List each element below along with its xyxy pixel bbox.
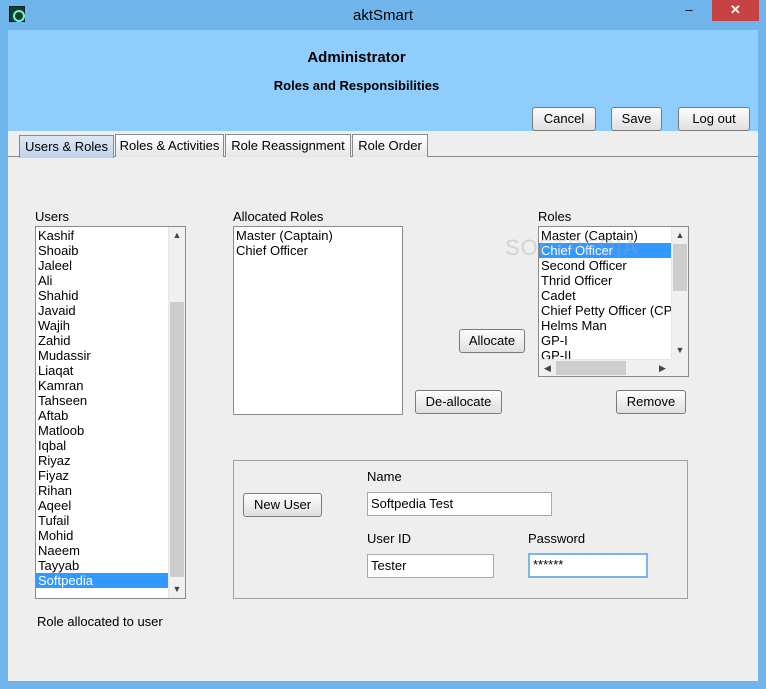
scroll-right-icon[interactable]: ▶ bbox=[654, 360, 671, 376]
tab-roles-activities[interactable]: Roles & Activities bbox=[115, 134, 224, 157]
user-list-item[interactable]: Fiyaz bbox=[36, 468, 169, 483]
scroll-down-icon[interactable]: ▼ bbox=[169, 581, 185, 598]
scroll-thumb[interactable] bbox=[556, 361, 626, 375]
scroll-thumb[interactable] bbox=[673, 244, 687, 291]
user-list-item[interactable]: Iqbal bbox=[36, 438, 169, 453]
status-text: Role allocated to user bbox=[37, 614, 163, 629]
allocated-roles-list[interactable]: Master (Captain) Chief Officer bbox=[233, 226, 403, 415]
cancel-button[interactable]: Cancel bbox=[532, 107, 596, 131]
page-subtitle: Roles and Responsibilities bbox=[273, 78, 440, 93]
allocated-role-item[interactable]: Master (Captain) bbox=[234, 228, 333, 243]
roles-items: Master (Captain) Chief Officer Second Offi… bbox=[539, 228, 682, 363]
tab-bar: Users & Roles Roles & Activities Role Re… bbox=[8, 131, 758, 158]
scroll-up-icon[interactable]: ▲ bbox=[169, 227, 185, 244]
remove-button[interactable]: Remove bbox=[616, 390, 686, 414]
roles-label: Roles bbox=[538, 209, 572, 224]
name-field[interactable]: Softpedia Test bbox=[367, 492, 552, 516]
password-field[interactable]: ****** bbox=[528, 553, 648, 578]
role-list-item[interactable]: Second Officer bbox=[539, 258, 672, 273]
app-window: Administrator Roles and Responsibilities… bbox=[8, 30, 758, 681]
user-list-item[interactable]: Kamran bbox=[36, 378, 169, 393]
user-list-item[interactable]: Softpedia bbox=[36, 573, 169, 588]
user-list-item[interactable]: Wajih bbox=[36, 318, 169, 333]
scroll-left-icon[interactable]: ◀ bbox=[539, 360, 556, 376]
user-list-item[interactable]: Ali bbox=[36, 273, 169, 288]
scroll-up-icon[interactable]: ▲ bbox=[672, 227, 688, 244]
role-list-item[interactable]: Chief Petty Officer (CPO bbox=[539, 303, 682, 318]
scroll-down-icon[interactable]: ▼ bbox=[672, 342, 688, 359]
scroll-thumb[interactable] bbox=[170, 302, 184, 577]
new-user-panel bbox=[233, 460, 688, 599]
user-list-item[interactable]: Rihan bbox=[36, 483, 169, 498]
users-list[interactable]: Kashif Shoaib Jaleel Ali Shahid Javaid Wajih Za… bbox=[35, 226, 186, 599]
allocate-button[interactable]: Allocate bbox=[459, 329, 525, 353]
user-list-item[interactable]: Tayyab bbox=[36, 558, 169, 573]
page-title: Administrator bbox=[307, 49, 406, 66]
scroll-corner bbox=[671, 359, 688, 376]
deallocate-button[interactable]: De-allocate bbox=[415, 390, 502, 414]
user-list-item[interactable]: Tufail bbox=[36, 513, 169, 528]
role-list-item[interactable]: Helms Man bbox=[539, 318, 672, 333]
allocated-roles-items: Master (Captain) Chief Officer bbox=[234, 228, 333, 258]
new-user-button[interactable]: New User bbox=[243, 493, 322, 517]
role-list-item[interactable]: Thrid Officer bbox=[539, 273, 672, 288]
roles-list[interactable]: Master (Captain) Chief Officer Second Offi… bbox=[538, 226, 689, 377]
users-items: Kashif Shoaib Jaleel Ali Shahid Javaid Wajih Za… bbox=[36, 228, 169, 588]
user-list-item[interactable]: Zahid bbox=[36, 333, 169, 348]
user-list-item[interactable]: Liaqat bbox=[36, 363, 169, 378]
title-bar: aktSmart – ✕ bbox=[0, 0, 766, 30]
user-list-item[interactable]: Jaleel bbox=[36, 258, 169, 273]
user-list-item[interactable]: Matloob bbox=[36, 423, 169, 438]
password-label: Password bbox=[528, 531, 586, 546]
close-button[interactable]: ✕ bbox=[712, 0, 759, 21]
minimize-button[interactable]: – bbox=[675, 0, 703, 21]
role-list-item[interactable]: Cadet bbox=[539, 288, 672, 303]
save-button[interactable]: Save bbox=[611, 107, 662, 131]
user-list-item[interactable]: Riyaz bbox=[36, 453, 169, 468]
roles-hscrollbar[interactable]: ◀ ▶ bbox=[539, 359, 671, 376]
user-list-item[interactable]: Mohid bbox=[36, 528, 169, 543]
role-list-item[interactable]: GP-I bbox=[539, 333, 672, 348]
tab-role-reassignment[interactable]: Role Reassignment bbox=[225, 134, 351, 157]
tab-users-roles[interactable]: Users & Roles bbox=[19, 135, 114, 158]
users-scrollbar[interactable]: ▲ ▼ bbox=[168, 227, 185, 598]
allocated-roles-label: Allocated Roles bbox=[233, 209, 324, 224]
user-list-item[interactable]: Aftab bbox=[36, 408, 169, 423]
userid-label: User ID bbox=[367, 531, 412, 546]
header-panel: Administrator Roles and Responsibilities… bbox=[8, 30, 758, 131]
user-list-item[interactable]: Naeem bbox=[36, 543, 169, 558]
users-label: Users bbox=[35, 209, 69, 224]
user-list-item[interactable]: Kashif bbox=[36, 228, 169, 243]
window-title: aktSmart bbox=[352, 7, 413, 24]
name-label: Name bbox=[367, 469, 402, 484]
user-list-item[interactable]: Shahid bbox=[36, 288, 169, 303]
user-list-item[interactable]: Tahseen bbox=[36, 393, 169, 408]
role-list-item[interactable]: Master (Captain) bbox=[539, 228, 672, 243]
user-list-item[interactable]: Javaid bbox=[36, 303, 169, 318]
role-list-item[interactable]: Chief Officer bbox=[539, 243, 672, 258]
user-list-item[interactable]: Shoaib bbox=[36, 243, 169, 258]
allocated-role-item[interactable]: Chief Officer bbox=[234, 243, 333, 258]
userid-field[interactable]: Tester bbox=[367, 554, 494, 578]
user-list-item[interactable]: Aqeel bbox=[36, 498, 169, 513]
logout-button[interactable]: Log out bbox=[678, 107, 750, 131]
roles-vscrollbar[interactable]: ▲ ▼ bbox=[671, 227, 688, 359]
user-list-item[interactable]: Mudassir bbox=[36, 348, 169, 363]
tab-role-order[interactable]: Role Order bbox=[352, 134, 428, 157]
